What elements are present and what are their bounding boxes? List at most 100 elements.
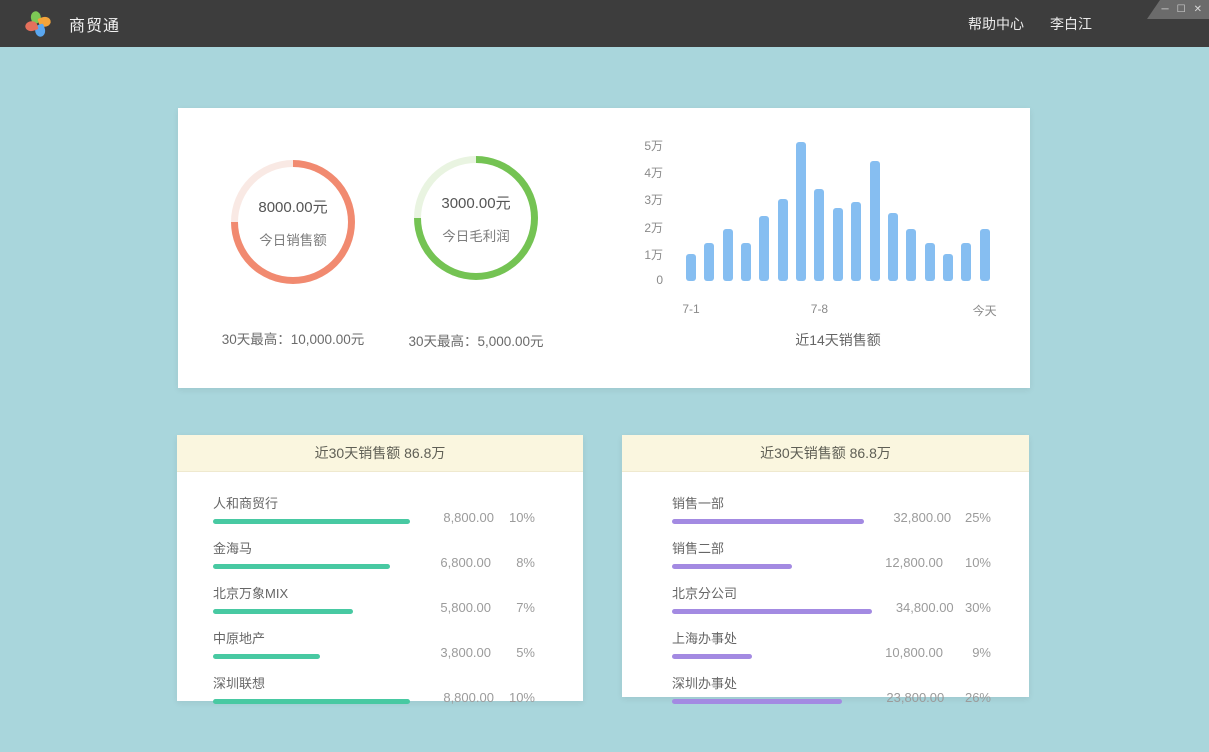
- rank-item-amount: 8,800.00: [410, 691, 494, 704]
- today-profit-donut: 3000.00元 今日毛利润: [361, 156, 591, 280]
- department-rank-card: 近30天销售额 86.8万 销售一部32,800.0025% 销售二部12,800…: [622, 435, 1029, 697]
- rank-row: 金海马6,800.008%: [213, 538, 535, 569]
- department-rank-list: 销售一部32,800.0025% 销售二部12,800.0010% 北京分公司34,…: [622, 472, 1029, 704]
- rank-row: 中原地产3,800.005%: [213, 628, 535, 659]
- department-rank-title: 近30天销售额 86.8万: [622, 435, 1029, 472]
- daily-sales-bar: [961, 243, 971, 281]
- rank-row: 深圳联想8,800.0010%: [213, 673, 535, 704]
- rank-row: 深圳办事处23,800.0026%: [672, 673, 991, 704]
- daily-sales-bar: [943, 254, 953, 281]
- daily-sales-bar: [686, 254, 696, 281]
- y-axis-tick: 0: [598, 273, 663, 287]
- app-logo-pinwheel-icon: [24, 10, 52, 38]
- daily-sales-bar: [980, 229, 990, 281]
- rank-item-name: 深圳联想: [213, 673, 410, 692]
- daily-sales-bar: [851, 202, 861, 281]
- rank-item-percent: 8%: [491, 556, 535, 569]
- rank-row: 人和商贸行8,800.0010%: [213, 493, 535, 524]
- rank-item-progress-bar: [672, 564, 792, 569]
- close-button[interactable]: ✕: [1194, 5, 1202, 15]
- rank-item-progress-bar: [213, 519, 410, 524]
- y-axis-tick: 2万: [598, 219, 663, 236]
- rank-item-info: 深圳联想: [213, 673, 410, 704]
- rank-item-name: 人和商贸行: [213, 493, 410, 512]
- profit-30day-max-note: 30天最高：5,000.00元: [361, 330, 591, 350]
- rank-item-progress-bar: [672, 519, 864, 524]
- rank-item-percent: 30%: [954, 601, 991, 614]
- today-sales-value: 8000.00元: [258, 196, 327, 217]
- x-axis-label: 7-8: [811, 302, 828, 316]
- today-profit-donut-ring: 3000.00元 今日毛利润: [414, 156, 538, 280]
- rank-item-info: 北京万象MIX: [213, 583, 401, 614]
- rank-item-amount: 23,800.00: [842, 691, 944, 704]
- rank-item-name: 上海办事处: [672, 628, 838, 647]
- bar-chart-x-axis: 7-17-8今天: [686, 302, 990, 318]
- maximize-button[interactable]: ☐: [1177, 5, 1186, 15]
- rank-item-name: 北京万象MIX: [213, 583, 401, 602]
- bar-chart-y-axis: 01万2万3万4万5万: [598, 108, 663, 388]
- titlebar-menu: 帮助中心 李白江: [968, 0, 1092, 47]
- daily-sales-bar: [888, 213, 898, 281]
- rank-item-amount: 32,800.00: [864, 511, 951, 524]
- bar-chart-title: 近14天销售额: [686, 330, 990, 350]
- help-center-link[interactable]: 帮助中心: [968, 14, 1024, 34]
- rank-item-amount: 12,800.00: [838, 556, 943, 569]
- rank-item-percent: 5%: [491, 646, 535, 659]
- rank-item-percent: 7%: [491, 601, 535, 614]
- rank-item-amount: 6,800.00: [401, 556, 491, 569]
- rank-item-progress-bar: [213, 564, 390, 569]
- rank-item-info: 上海办事处: [672, 628, 838, 659]
- today-profit-value: 3000.00元: [441, 192, 510, 213]
- daily-sales-bar: [759, 216, 769, 281]
- rank-row: 北京分公司34,800.0030%: [672, 583, 991, 614]
- user-menu[interactable]: 李白江: [1050, 14, 1092, 34]
- rank-row: 销售二部12,800.0010%: [672, 538, 991, 569]
- rank-item-percent: 10%: [494, 691, 535, 704]
- rank-item-name: 深圳办事处: [672, 673, 842, 692]
- rank-item-amount: 5,800.00: [401, 601, 491, 614]
- today-profit-caption: 今日毛利润: [442, 225, 510, 245]
- window-controls: ─ ☐ ✕: [1147, 0, 1209, 19]
- rank-row: 销售一部32,800.0025%: [672, 493, 991, 524]
- rank-item-progress-bar: [213, 609, 353, 614]
- x-axis-label: 7-1: [682, 302, 699, 316]
- daily-sales-bar: [741, 243, 751, 281]
- daily-sales-bar: [870, 161, 880, 281]
- rank-item-name: 北京分公司: [672, 583, 872, 602]
- rank-item-percent: 26%: [944, 691, 991, 704]
- y-axis-tick: 3万: [598, 191, 663, 208]
- daily-sales-bar: [906, 229, 916, 281]
- rank-item-info: 销售二部: [672, 538, 838, 569]
- rank-row: 北京万象MIX5,800.007%: [213, 583, 535, 614]
- today-sales-donut-center: 8000.00元 今日销售额: [238, 167, 348, 277]
- rank-item-info: 销售一部: [672, 493, 864, 524]
- daily-sales-bar-chart: [686, 142, 990, 281]
- rank-item-info: 北京分公司: [672, 583, 872, 614]
- x-axis-label: 今天: [973, 302, 997, 319]
- rank-item-progress-bar: [672, 609, 872, 614]
- y-axis-tick: 4万: [598, 164, 663, 181]
- rank-item-amount: 3,800.00: [401, 646, 491, 659]
- rank-item-name: 金海马: [213, 538, 401, 557]
- rank-item-amount: 34,800.00: [872, 601, 954, 614]
- daily-sales-bar: [778, 199, 788, 281]
- rank-item-info: 金海马: [213, 538, 401, 569]
- rank-item-progress-bar: [672, 654, 752, 659]
- rank-item-info: 深圳办事处: [672, 673, 842, 704]
- rank-item-amount: 8,800.00: [410, 511, 494, 524]
- app-title: 商贸通: [69, 12, 120, 36]
- daily-sales-bar: [833, 208, 843, 281]
- rank-item-progress-bar: [213, 654, 320, 659]
- rank-row: 上海办事处10,800.009%: [672, 628, 991, 659]
- rank-item-progress-bar: [213, 699, 410, 704]
- rank-item-percent: 10%: [494, 511, 535, 524]
- rank-item-name: 中原地产: [213, 628, 401, 647]
- daily-sales-bar: [925, 243, 935, 281]
- rank-item-progress-bar: [672, 699, 842, 704]
- rank-item-info: 中原地产: [213, 628, 401, 659]
- daily-sales-bar: [814, 189, 824, 281]
- rank-item-amount: 10,800.00: [838, 646, 943, 659]
- minimize-button[interactable]: ─: [1162, 5, 1169, 15]
- daily-sales-bar: [704, 243, 714, 281]
- y-axis-tick: 1万: [598, 246, 663, 263]
